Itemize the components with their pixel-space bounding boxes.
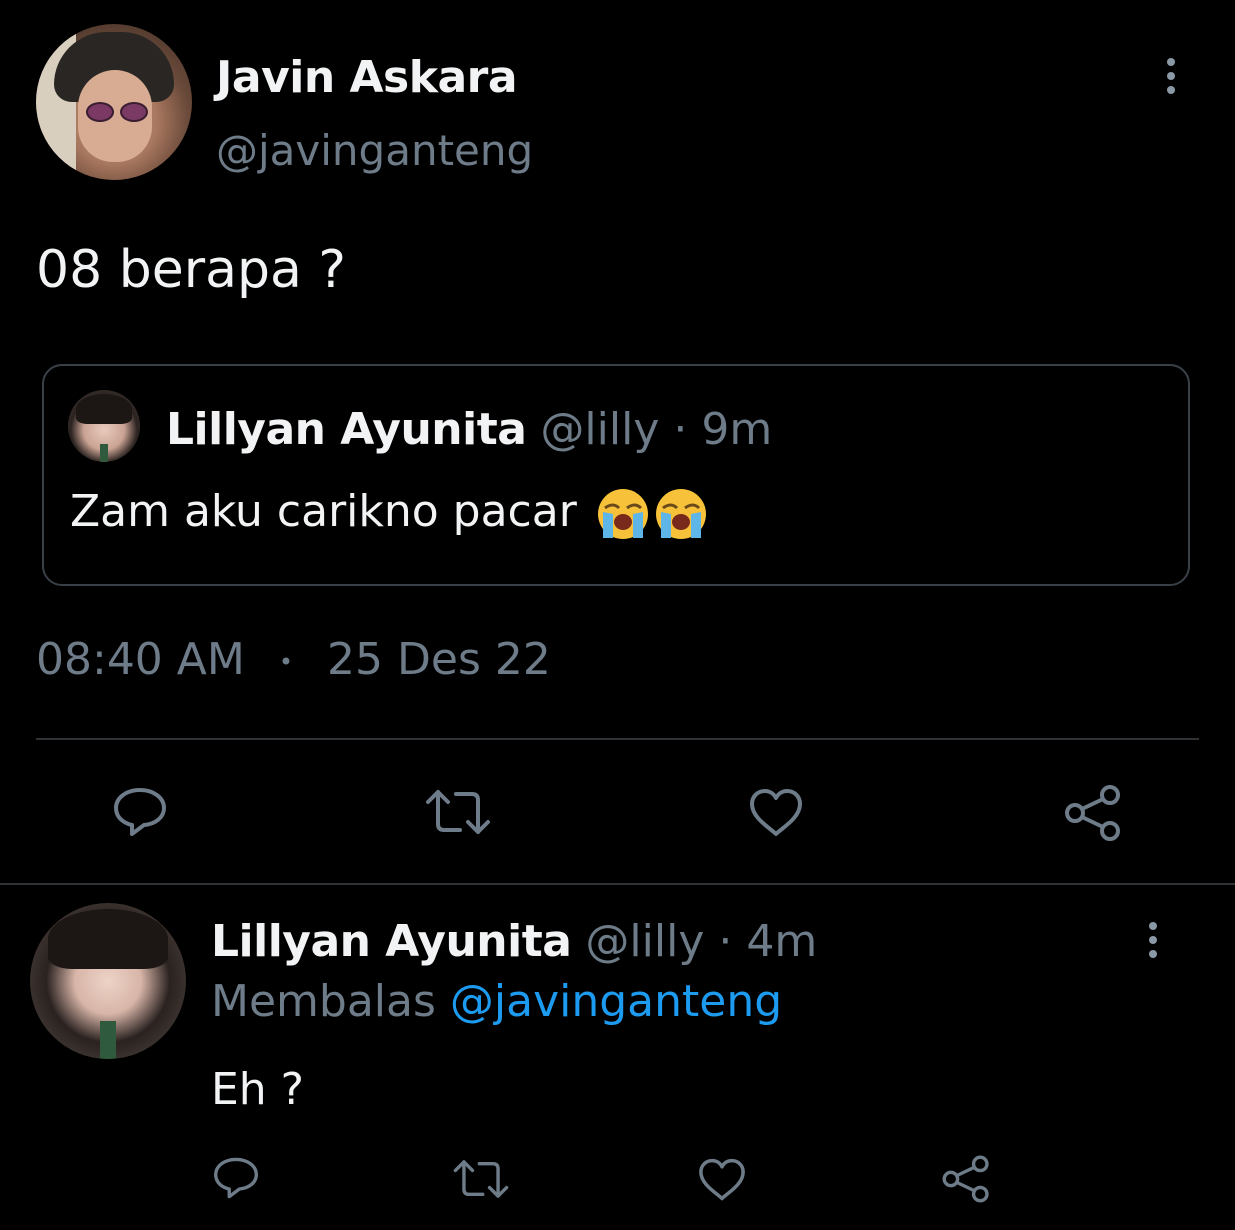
author-handle[interactable]: @javinganteng: [216, 126, 533, 175]
quoted-author-name: Lillyan Ayunita: [166, 404, 527, 455]
divider: [0, 883, 1235, 885]
retweet-icon[interactable]: [452, 1158, 510, 1200]
reply-text: Eh ?: [211, 1064, 305, 1115]
author-name[interactable]: Javin Askara: [216, 52, 518, 103]
tweet-timestamp[interactable]: 08:40 AM • 25 Des 22: [36, 634, 551, 685]
reply-author-handle[interactable]: @lilly: [585, 916, 704, 967]
like-icon[interactable]: [748, 788, 804, 838]
tweet-text: 08 berapa ?: [36, 240, 346, 300]
replying-to-line: Membalas @javinganteng: [211, 976, 782, 1027]
loudly-crying-face-icon: [595, 486, 651, 542]
quoted-author-handle: @lilly: [540, 404, 660, 455]
quoted-age: 9m: [701, 404, 773, 455]
reply-age: 4m: [746, 916, 818, 967]
tweet-time: 08:40 AM: [36, 634, 245, 685]
reply-author-name[interactable]: Lillyan Ayunita: [211, 916, 572, 967]
share-icon[interactable]: [940, 1154, 992, 1204]
divider: [36, 738, 1199, 740]
quoted-tweet[interactable]: [42, 364, 1190, 586]
replying-to-link[interactable]: @javinganteng: [450, 976, 782, 1027]
quoted-dot: ·: [673, 404, 688, 455]
quoted-header: Lillyan Ayunita @lilly · 9m: [166, 404, 772, 455]
author-avatar[interactable]: [36, 24, 192, 180]
reply-header: Lillyan Ayunita @lilly · 4m: [211, 916, 817, 967]
reply-dot: ·: [718, 916, 733, 967]
quoted-text: Zam aku carikno pacar: [70, 486, 577, 537]
timestamp-separator: •: [278, 648, 294, 676]
reply-icon[interactable]: [112, 786, 168, 838]
share-icon[interactable]: [1062, 784, 1124, 842]
loudly-crying-face-icon: [653, 486, 709, 542]
replying-prefix: Membalas: [211, 976, 436, 1027]
tweet-date: 25 Des 22: [327, 634, 551, 685]
reply-author-avatar[interactable]: [30, 903, 186, 1059]
retweet-icon[interactable]: [424, 788, 492, 836]
quoted-author-avatar: [68, 390, 140, 462]
quoted-text-line: Zam aku carikno pacar: [70, 486, 709, 542]
more-icon[interactable]: [1161, 58, 1181, 94]
like-icon[interactable]: [697, 1158, 747, 1202]
more-icon[interactable]: [1143, 922, 1163, 958]
reply-icon[interactable]: [212, 1156, 260, 1200]
